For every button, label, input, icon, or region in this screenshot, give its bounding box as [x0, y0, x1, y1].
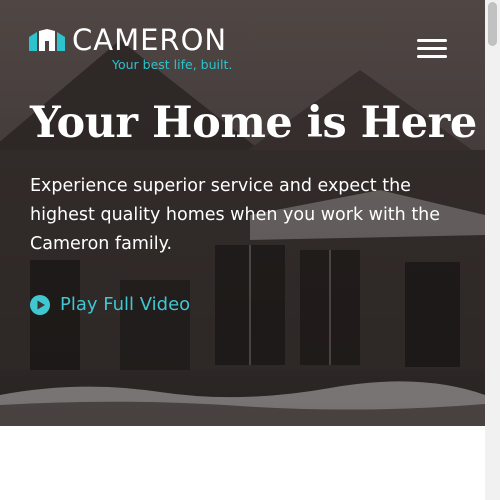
brand-tagline: Your best life, built.	[112, 57, 233, 72]
play-video-button[interactable]: Play Full Video	[30, 294, 190, 315]
scrollbar-thumb[interactable]	[488, 2, 497, 46]
play-circle-icon	[30, 294, 50, 315]
hero-title: Your Home is Here	[30, 98, 477, 148]
page-scrollbar[interactable]	[485, 0, 500, 500]
house-logo-icon	[29, 29, 65, 51]
hamburger-menu-icon[interactable]	[417, 39, 447, 61]
play-video-label: Play Full Video	[60, 294, 191, 315]
hero-section: CAMERON Your best life, built. Your Home…	[0, 0, 485, 426]
hero-description: Experience superior service and expect t…	[30, 176, 441, 254]
brand-name: CAMERON	[72, 23, 228, 57]
page-viewport: CAMERON Your best life, built. Your Home…	[0, 0, 485, 500]
